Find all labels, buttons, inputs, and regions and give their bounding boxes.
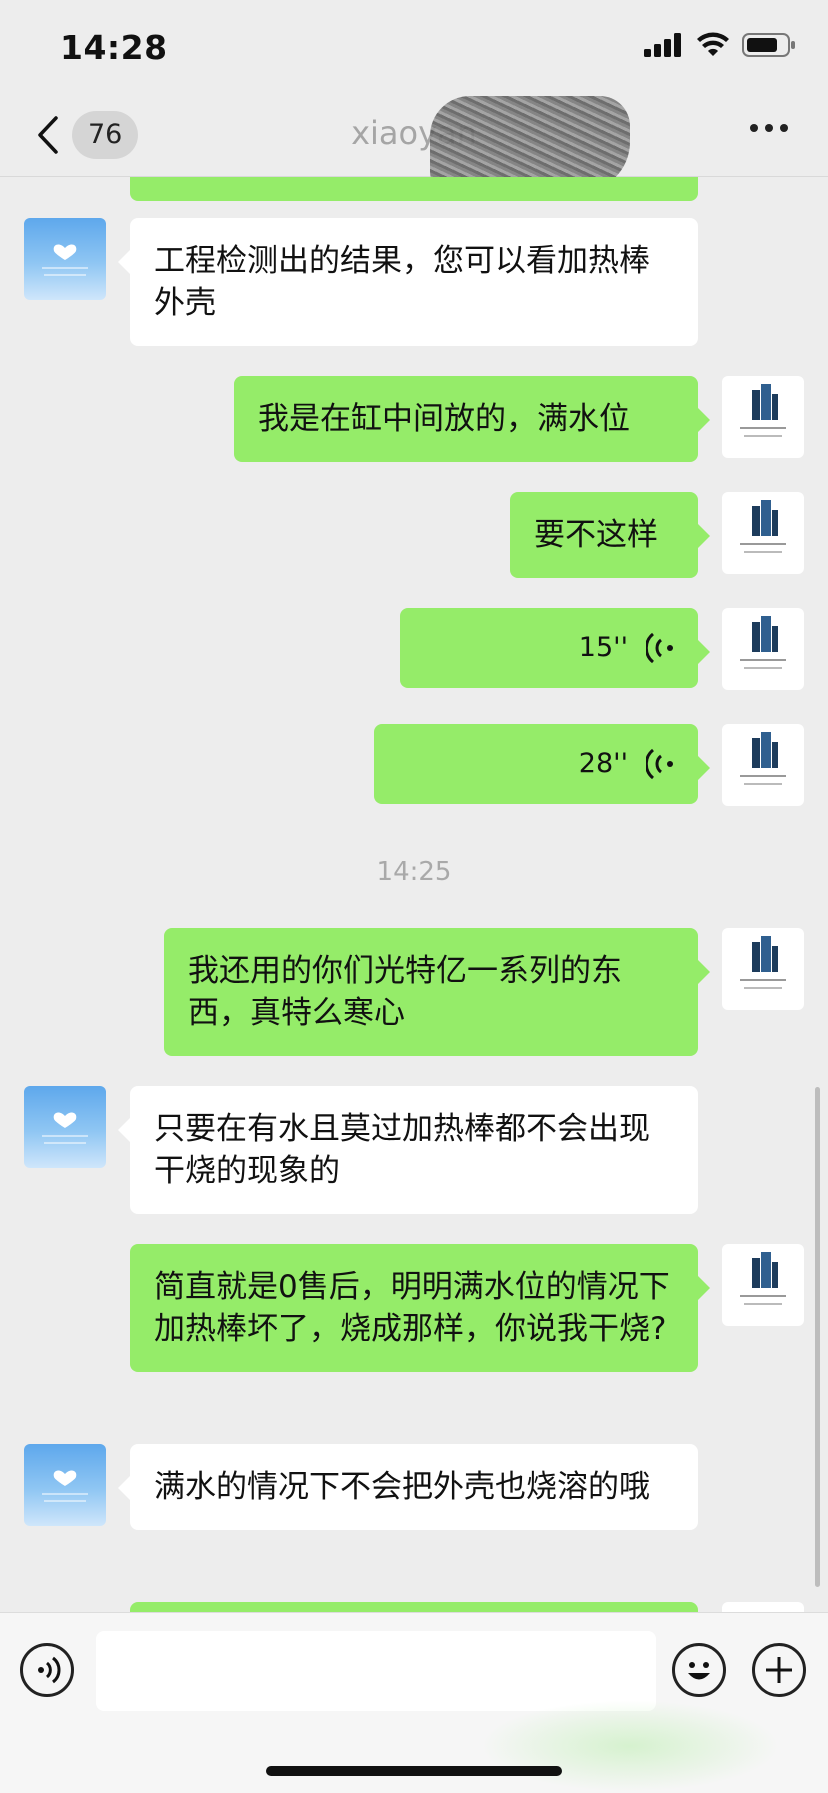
- emoji-icon: [688, 1662, 710, 1680]
- my-avatar[interactable]: [722, 724, 804, 806]
- building-logo-icon: [740, 1252, 786, 1305]
- voice-duration: 28'': [578, 748, 628, 779]
- plus-icon: [766, 1657, 792, 1683]
- building-logo-icon: [740, 500, 786, 553]
- my-avatar[interactable]: [722, 928, 804, 1010]
- building-logo-icon: [740, 616, 786, 669]
- more-icon: [750, 124, 788, 132]
- message-bubble-incoming[interactable]: 工程检测出的结果，您可以看加热棒外壳: [118, 218, 698, 346]
- voice-message-bubble[interactable]: 15'': [400, 608, 710, 688]
- status-bar: 14:28: [0, 0, 828, 96]
- voice-duration: 15'': [578, 632, 628, 663]
- message-bubble-partial[interactable]: [130, 1602, 698, 1612]
- bottom-glow: [480, 1700, 780, 1792]
- my-avatar[interactable]: [722, 1244, 804, 1326]
- message-bubble-outgoing[interactable]: 我是在缸中间放的，满水位: [234, 376, 710, 462]
- nav-bar: 76 xiaoyan: [0, 96, 828, 192]
- scrollbar[interactable]: [815, 1087, 820, 1587]
- more-button[interactable]: [750, 124, 788, 132]
- building-logo-icon: [740, 732, 786, 785]
- voice-message-bubble[interactable]: 28'': [374, 724, 710, 804]
- chat-area[interactable]: 工程检测出的结果，您可以看加热棒外壳 我是在缸中间放的，满水位 要不这样 15'…: [0, 177, 828, 1612]
- heart-sky-icon: [42, 1112, 88, 1144]
- chat-title: xiaoyan: [351, 114, 477, 152]
- voice-wave-icon: [646, 632, 673, 664]
- cellular-signal-icon: [644, 33, 681, 57]
- my-avatar[interactable]: [722, 492, 804, 574]
- contact-avatar[interactable]: [24, 1444, 106, 1526]
- voice-wave-icon: [646, 748, 673, 780]
- voice-input-button[interactable]: [20, 1643, 74, 1697]
- my-avatar[interactable]: [722, 1602, 804, 1612]
- my-avatar[interactable]: [722, 376, 804, 458]
- contact-avatar[interactable]: [24, 218, 106, 300]
- battery-icon: [742, 33, 795, 57]
- heart-sky-icon: [42, 1470, 88, 1502]
- contact-avatar[interactable]: [24, 1086, 106, 1168]
- status-time: 14:28: [60, 28, 168, 67]
- emoji-button[interactable]: [672, 1643, 726, 1697]
- home-indicator[interactable]: [266, 1766, 562, 1776]
- my-avatar[interactable]: [722, 608, 804, 690]
- message-bubble-outgoing[interactable]: 要不这样: [510, 492, 710, 578]
- voice-icon: [38, 1656, 61, 1684]
- status-icons: [644, 32, 796, 58]
- building-logo-icon: [740, 384, 786, 437]
- message-bubble-outgoing[interactable]: 我还用的你们光特亿一系列的东西，真特么寒心: [164, 928, 710, 1056]
- more-actions-button[interactable]: [752, 1643, 806, 1697]
- message-bubble-partial[interactable]: [130, 177, 698, 201]
- message-input[interactable]: [96, 1631, 656, 1711]
- time-separator: 14:25: [376, 857, 452, 887]
- building-logo-icon: [740, 936, 786, 989]
- wifi-icon: [697, 32, 729, 56]
- message-bubble-outgoing[interactable]: 简直就是0售后，明明满水位的情况下加热棒坏了，烧成那样，你说我干烧?: [130, 1244, 710, 1372]
- message-bubble-incoming[interactable]: 满水的情况下不会把外壳也烧溶的哦: [118, 1444, 698, 1530]
- heart-sky-icon: [42, 244, 88, 276]
- message-bubble-incoming[interactable]: 只要在有水且莫过加热棒都不会出现干烧的现象的: [118, 1086, 698, 1214]
